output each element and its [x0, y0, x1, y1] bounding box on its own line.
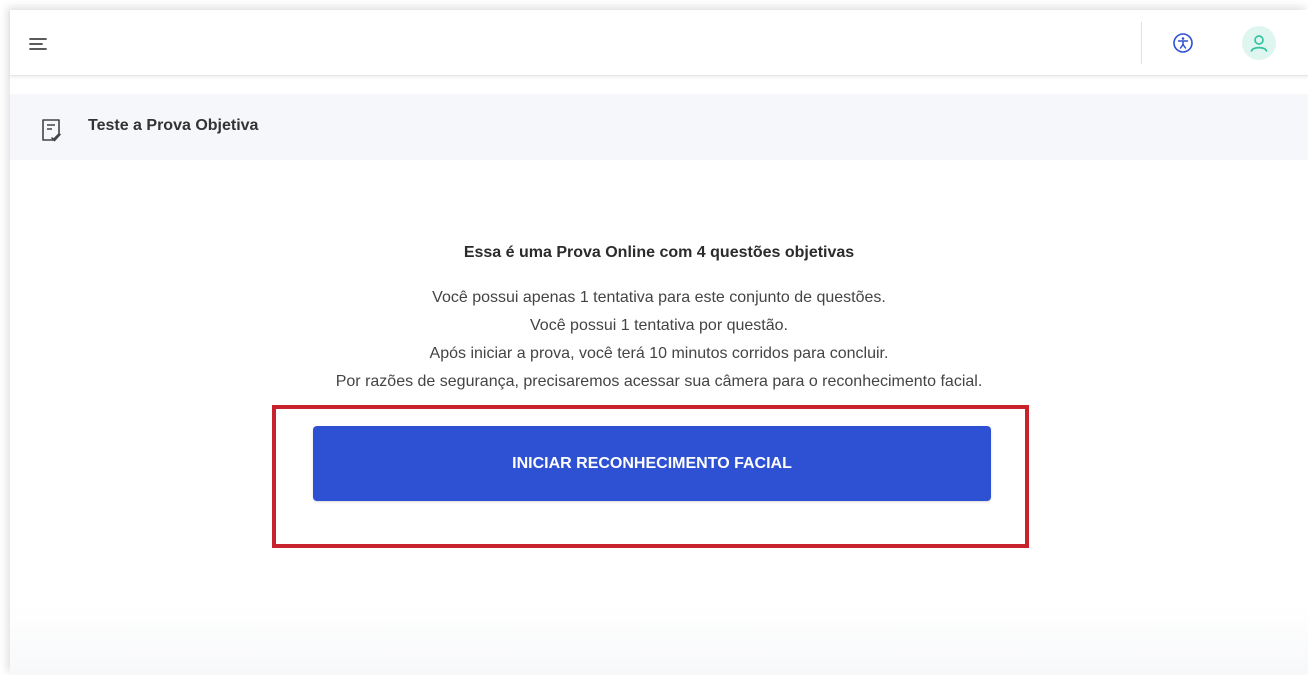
header-divider: [1141, 22, 1142, 64]
page-title: Teste a Prova Objetiva: [88, 117, 259, 134]
menu-button[interactable]: [24, 30, 52, 58]
page-header: Teste a Prova Objetiva: [10, 94, 1308, 160]
app-window: Teste a Prova Objetiva Essa é uma Prova …: [10, 10, 1308, 675]
accessibility-icon: [1173, 33, 1193, 53]
top-bar: [10, 10, 1308, 76]
exam-checklist-icon: [42, 119, 61, 142]
user-icon: [1250, 35, 1268, 52]
user-avatar[interactable]: [1242, 26, 1276, 60]
exam-info-line: Você possui 1 tentativa por questão.: [530, 317, 788, 334]
exam-info-line: Você possui apenas 1 tentativa para este…: [432, 289, 886, 306]
hamburger-menu-icon: [29, 38, 47, 50]
footer-area: [10, 605, 1308, 675]
exam-info-line: Por razões de segurança, precisaremos ac…: [335, 373, 983, 390]
start-facial-recognition-button[interactable]: INICIAR RECONHECIMENTO FACIAL: [313, 426, 991, 501]
exam-info-line: Após iniciar a prova, você terá 10 minut…: [429, 345, 889, 362]
accessibility-button[interactable]: [1170, 30, 1196, 56]
exam-headline: Essa é uma Prova Online com 4 questões o…: [463, 244, 855, 261]
